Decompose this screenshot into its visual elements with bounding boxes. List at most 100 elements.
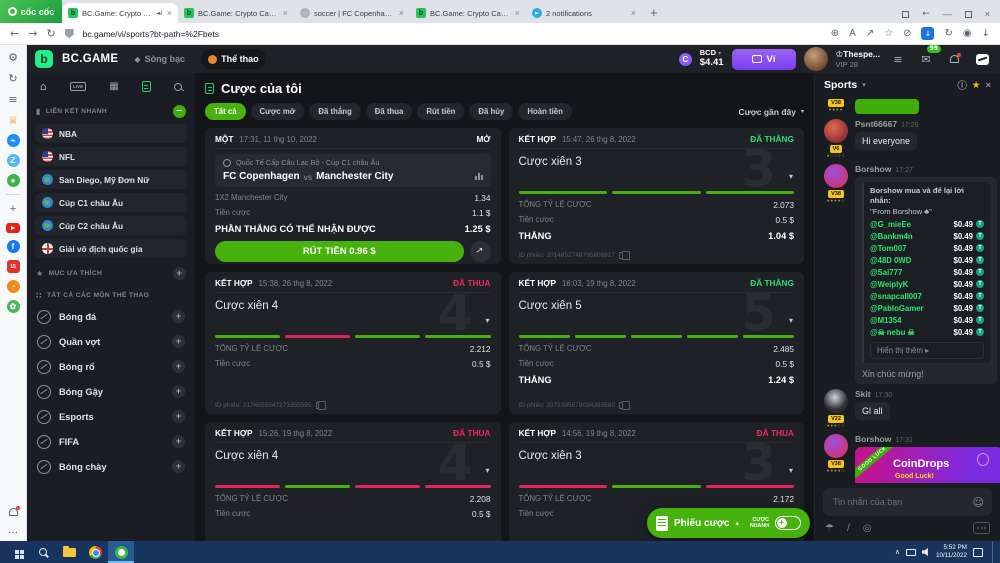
expand-sport-button[interactable]: + xyxy=(172,460,185,473)
promo-app-icon[interactable]: ✿ xyxy=(7,300,20,313)
tab-soccer[interactable]: soccer | FC Copenhagen vs M × xyxy=(294,3,410,23)
expand-sport-button[interactable]: + xyxy=(172,410,185,423)
tab-search-icon[interactable]: ← xyxy=(922,9,930,19)
cashout-button[interactable]: RÚT TIỀN 0.96 $ xyxy=(215,241,464,262)
quick-link-item[interactable]: Cúp C1 châu Âu xyxy=(35,193,187,212)
info-icon[interactable]: ⓘ xyxy=(957,78,967,92)
emoji-icon[interactable]: ☺ xyxy=(973,496,984,509)
tab-close-icon[interactable]: × xyxy=(631,8,636,18)
nav-sports[interactable]: Thể thao xyxy=(201,49,266,69)
close-button[interactable]: × xyxy=(985,9,990,19)
quick-link-item[interactable]: NFL xyxy=(35,147,187,166)
start-button[interactable] xyxy=(4,541,30,563)
expand-sport-button[interactable]: + xyxy=(172,310,185,323)
filter-pill[interactable]: Rút tiền xyxy=(417,103,464,120)
tab-telegram[interactable]: ▸ 2 notifications × xyxy=(526,3,642,23)
adblock-icon[interactable]: ⊘ xyxy=(903,28,911,39)
avatar[interactable] xyxy=(824,164,848,188)
trophy-icon[interactable]: ★ xyxy=(972,80,981,91)
copy-icon[interactable] xyxy=(316,402,322,409)
rain-icon[interactable]: ☂ xyxy=(825,523,834,534)
games-icon[interactable]: ● xyxy=(7,174,20,187)
address-bar[interactable]: bc.game/vi/sports?bt-path=%2Fbets xyxy=(83,29,822,39)
chat-input[interactable] xyxy=(831,496,973,508)
bcgame-logo-text[interactable]: BC.GAME xyxy=(62,53,118,65)
my-bets-icon[interactable] xyxy=(142,81,151,92)
close-chat-icon[interactable]: × xyxy=(985,80,991,91)
tab-close-icon[interactable]: × xyxy=(283,8,288,18)
bookmark-star-icon[interactable]: ☆ xyxy=(884,28,893,39)
quick-link-item[interactable]: Cúp C2 châu Âu xyxy=(35,216,187,235)
chrome-icon[interactable] xyxy=(82,541,108,563)
nav-casino[interactable]: ◆ Sòng bạc xyxy=(127,49,192,69)
settings-gear-icon[interactable]: ⚙ xyxy=(6,50,20,64)
expand-sport-button[interactable]: + xyxy=(172,360,185,373)
search-icon[interactable] xyxy=(174,83,182,91)
coccoc-menu-button[interactable]: cốc cốc xyxy=(0,0,62,23)
taskbar-search-icon[interactable] xyxy=(30,541,56,563)
tab-preview-icon[interactable] xyxy=(902,11,909,18)
chat-toggle-icon[interactable] xyxy=(972,49,992,69)
avatar[interactable] xyxy=(824,434,848,458)
live-icon[interactable]: LIVE xyxy=(70,82,86,91)
expand-caret[interactable]: ▾ xyxy=(789,316,793,325)
action-center-icon[interactable] xyxy=(973,548,983,557)
quick-link-item[interactable]: San Diego, Mỹ Đơn Nữ xyxy=(35,170,187,189)
commands-icon[interactable]: / xyxy=(847,523,850,534)
add-favorite-button[interactable]: + xyxy=(173,267,186,280)
forward-button[interactable]: → xyxy=(28,27,37,40)
new-tab-button[interactable]: + xyxy=(650,5,658,20)
coin-tip-icon[interactable]: ◎ xyxy=(863,523,872,534)
coccoc-taskbar-icon[interactable] xyxy=(108,541,134,563)
match-panel[interactable]: Quốc Tế Cấp Câu Lạc Bộ - Cúp C1 châu Âu … xyxy=(215,154,491,187)
bell-icon[interactable] xyxy=(944,49,964,69)
clock-app-icon[interactable]: ◔ xyxy=(7,280,20,293)
expand-sport-button[interactable]: + xyxy=(172,335,185,348)
chevron-down-icon[interactable]: ▾ xyxy=(862,81,866,89)
tab-audio-icon[interactable]: ◄) xyxy=(156,10,163,17)
shopping-sale-icon[interactable]: 15 xyxy=(7,260,20,273)
avatar[interactable] xyxy=(824,119,848,143)
taskbar-clock[interactable]: 5:52 PM 10/11/2022 xyxy=(936,544,967,560)
expand-caret[interactable]: ▾ xyxy=(485,466,489,475)
tab-bcgame-3[interactable]: b BC.Game: Crypto Casino Ga × xyxy=(410,3,526,23)
sport-item[interactable]: FIFA + xyxy=(27,429,195,454)
youtube-icon[interactable] xyxy=(6,223,20,233)
network-icon[interactable] xyxy=(906,549,916,556)
downloads-icon[interactable]: ↓ xyxy=(982,28,990,39)
add-shortcut-icon[interactable]: + xyxy=(6,202,20,216)
expand-caret[interactable]: ▾ xyxy=(789,466,793,475)
sync-icon[interactable]: ↻ xyxy=(944,28,952,39)
show-more-button[interactable]: Hiển thị thêm ▸ xyxy=(870,342,984,359)
user-avatar[interactable] xyxy=(804,47,828,71)
betslip-button[interactable]: Phiếu cược ▴ CƯỢCNHANH xyxy=(647,508,810,538)
tab-bcgame-2[interactable]: b BC.Game: Crypto Casino Ga × xyxy=(178,3,294,23)
reading-list-icon[interactable]: ≡ xyxy=(6,92,20,106)
expand-caret[interactable]: ▾ xyxy=(485,316,489,325)
sport-item[interactable]: Esports + xyxy=(27,404,195,429)
sort-dropdown[interactable]: Cược gần đây▾ xyxy=(738,107,804,117)
reload-button[interactable]: ↻ xyxy=(46,27,55,40)
share-icon[interactable]: ↗ xyxy=(866,28,874,39)
crown-vip-icon[interactable]: ♕ xyxy=(6,113,20,127)
wallet-button[interactable]: Ví xyxy=(732,49,796,70)
mail-icon[interactable]: ✉99 xyxy=(916,49,936,69)
translate-icon[interactable]: A xyxy=(849,28,856,39)
show-desktop-button[interactable] xyxy=(992,541,996,563)
site-security-icon[interactable] xyxy=(65,29,74,39)
history-icon[interactable]: ↻ xyxy=(6,71,20,85)
sport-item[interactable]: Bóng chày + xyxy=(27,454,195,479)
share-bet-button[interactable]: → xyxy=(470,241,491,262)
tab-bcgame-active[interactable]: b BC.Game: Crypto Casino ◄) × xyxy=(62,3,178,23)
bet-list-icon[interactable]: ≡ xyxy=(888,49,908,69)
quick-bet-toggle[interactable] xyxy=(775,516,801,530)
filter-pill[interactable]: Đã hủy xyxy=(469,103,513,120)
sport-item[interactable]: Bóng rổ + xyxy=(27,354,195,379)
filter-pill[interactable]: Đã thắng xyxy=(309,103,360,120)
copy-icon[interactable] xyxy=(619,252,625,259)
filter-pill[interactable]: Tất cả xyxy=(205,103,246,120)
maximize-button[interactable] xyxy=(965,11,972,18)
tab-close-icon[interactable]: × xyxy=(167,8,172,18)
tab-close-icon[interactable]: × xyxy=(399,8,404,18)
messenger-icon[interactable]: ⌁ xyxy=(7,134,20,147)
